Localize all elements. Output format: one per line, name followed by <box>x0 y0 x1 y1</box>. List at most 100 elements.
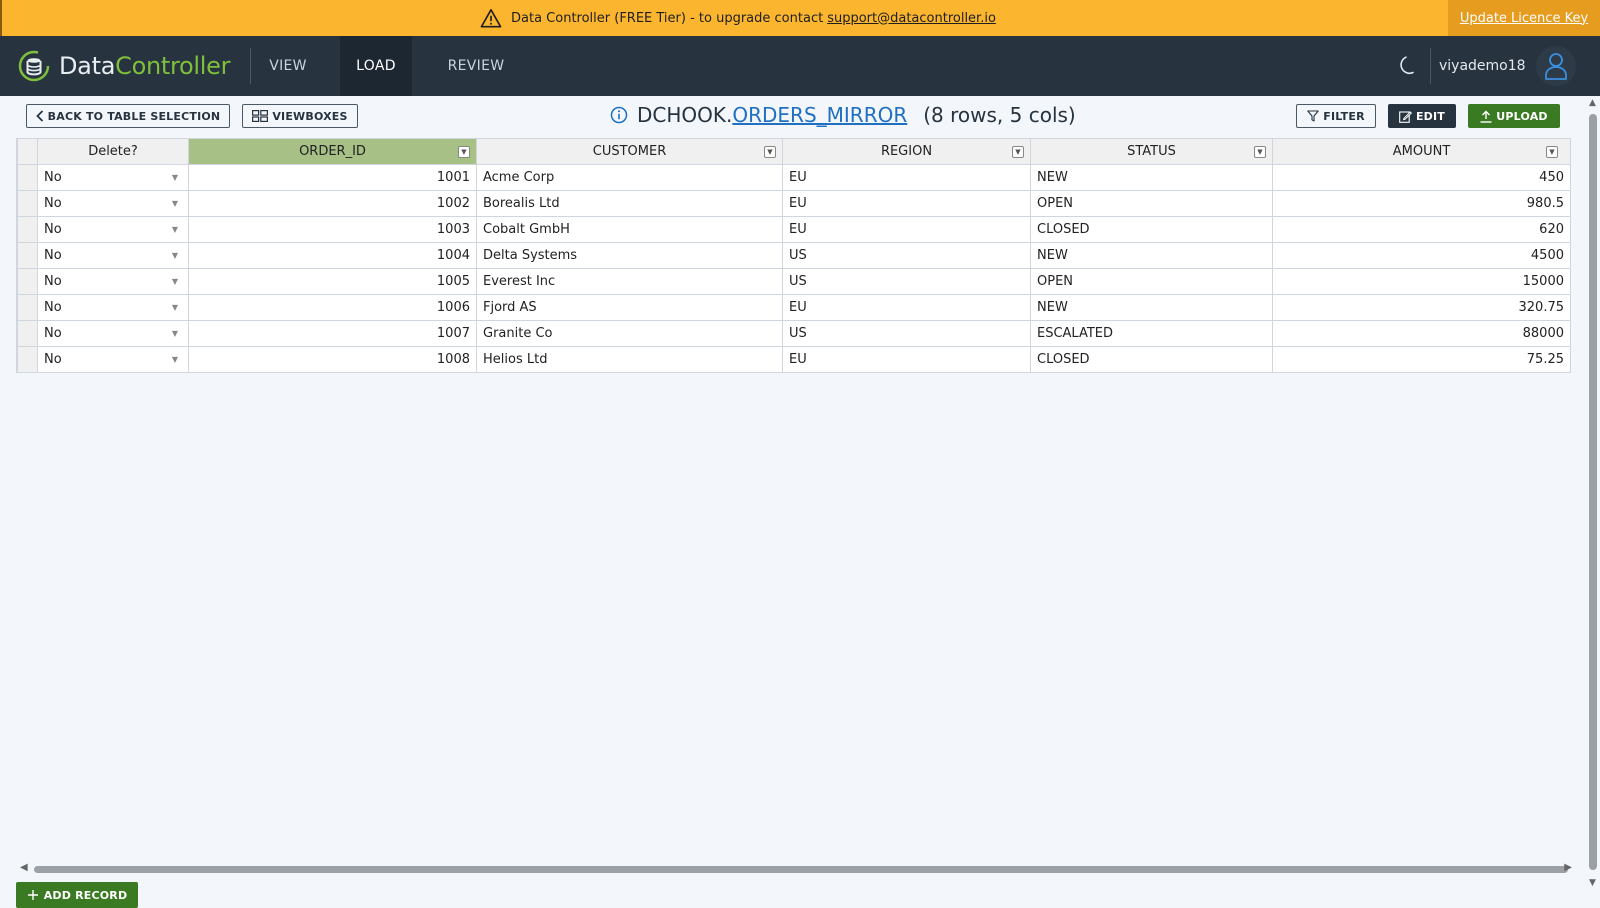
row-header[interactable] <box>17 320 38 347</box>
horizontal-scrollbar[interactable]: ◀ ▶ <box>16 862 1572 876</box>
delete-select-cell[interactable]: No ▼ <box>37 164 189 191</box>
amount-cell[interactable]: 980.5 <box>1272 190 1571 217</box>
info-icon[interactable] <box>610 106 628 124</box>
order-id-cell[interactable]: 1001 <box>188 164 477 191</box>
order-id-cell[interactable]: 1003 <box>188 216 477 243</box>
upload-button[interactable]: UPLOAD <box>1468 104 1560 128</box>
column-filter-dropdown-icon[interactable]: ▼ <box>1546 146 1558 158</box>
row-header[interactable] <box>17 216 38 243</box>
vertical-scrollbar[interactable]: ▲ ▼ <box>1586 96 1600 900</box>
delete-select-cell[interactable]: No ▼ <box>37 216 189 243</box>
delete-select-cell[interactable]: No ▼ <box>37 320 189 347</box>
table-name-link[interactable]: ORDERS_MIRROR <box>732 103 907 127</box>
status-cell[interactable]: CLOSED <box>1030 216 1273 243</box>
region-cell[interactable]: EU <box>782 346 1031 373</box>
row-header[interactable] <box>17 294 38 321</box>
order-id-cell[interactable]: 1002 <box>188 190 477 217</box>
status-cell[interactable]: CLOSED <box>1030 346 1273 373</box>
update-licence-link[interactable]: Update Licence Key <box>1460 11 1588 26</box>
status-cell[interactable]: NEW <box>1030 294 1273 321</box>
dropdown-arrow-icon[interactable]: ▼ <box>172 355 178 364</box>
delete-select-cell[interactable]: No ▼ <box>37 242 189 269</box>
row-header[interactable] <box>17 164 38 191</box>
column-header-amount[interactable]: AMOUNT ▼ <box>1272 138 1571 165</box>
amount-cell[interactable]: 88000 <box>1272 320 1571 347</box>
column-header-customer[interactable]: CUSTOMER ▼ <box>476 138 783 165</box>
dark-mode-moon-icon[interactable] <box>1396 54 1420 78</box>
amount-cell[interactable]: 15000 <box>1272 268 1571 295</box>
vertical-scroll-thumb[interactable] <box>1589 114 1597 870</box>
dropdown-arrow-icon[interactable]: ▼ <box>172 329 178 338</box>
delete-value: No <box>44 248 62 263</box>
edit-button[interactable]: EDIT <box>1388 104 1456 128</box>
scroll-down-arrow-icon[interactable]: ▼ <box>1589 878 1596 888</box>
scroll-up-arrow-icon[interactable]: ▲ <box>1589 98 1596 108</box>
row-header[interactable] <box>17 346 38 373</box>
back-to-table-selection-button[interactable]: BACK TO TABLE SELECTION <box>26 104 230 128</box>
viewboxes-button[interactable]: VIEWBOXES <box>242 104 358 128</box>
column-filter-dropdown-icon[interactable]: ▼ <box>458 146 470 158</box>
scroll-right-arrow-icon[interactable]: ▶ <box>1564 862 1572 873</box>
column-header-order-id[interactable]: ORDER_ID ▼ <box>188 138 477 165</box>
nav-load[interactable]: LOAD <box>340 36 412 96</box>
order-id-cell[interactable]: 1008 <box>188 346 477 373</box>
column-filter-dropdown-icon[interactable]: ▼ <box>1254 146 1266 158</box>
add-record-button[interactable]: ADD RECORD <box>16 882 138 908</box>
region-cell[interactable]: US <box>782 268 1031 295</box>
status-cell[interactable]: OPEN <box>1030 268 1273 295</box>
status-cell[interactable]: NEW <box>1030 242 1273 269</box>
filter-button[interactable]: FILTER <box>1296 104 1376 128</box>
delete-select-cell[interactable]: No ▼ <box>37 268 189 295</box>
status-cell[interactable]: ESCALATED <box>1030 320 1273 347</box>
amount-cell[interactable]: 620 <box>1272 216 1571 243</box>
dropdown-arrow-icon[interactable]: ▼ <box>172 199 178 208</box>
row-header[interactable] <box>17 242 38 269</box>
support-email-link[interactable]: support@datacontroller.io <box>827 11 996 26</box>
delete-select-cell[interactable]: No ▼ <box>37 294 189 321</box>
column-header-delete[interactable]: Delete? <box>37 138 189 165</box>
delete-select-cell[interactable]: No ▼ <box>37 190 189 217</box>
column-filter-dropdown-icon[interactable]: ▼ <box>1012 146 1024 158</box>
column-header-region[interactable]: REGION ▼ <box>782 138 1031 165</box>
dropdown-arrow-icon[interactable]: ▼ <box>172 173 178 182</box>
customer-cell[interactable]: Helios Ltd <box>476 346 783 373</box>
order-id-cell[interactable]: 1004 <box>188 242 477 269</box>
region-cell[interactable]: EU <box>782 164 1031 191</box>
column-header-status[interactable]: STATUS ▼ <box>1030 138 1273 165</box>
region-cell[interactable]: EU <box>782 294 1031 321</box>
order-id-cell[interactable]: 1006 <box>188 294 477 321</box>
row-header[interactable] <box>17 268 38 295</box>
order-id-cell[interactable]: 1007 <box>188 320 477 347</box>
amount-cell[interactable]: 75.25 <box>1272 346 1571 373</box>
status-cell[interactable]: OPEN <box>1030 190 1273 217</box>
customer-cell[interactable]: Everest Inc <box>476 268 783 295</box>
horizontal-scroll-thumb[interactable] <box>34 866 1568 873</box>
app-logo[interactable]: DataController <box>18 49 230 83</box>
user-avatar[interactable] <box>1536 46 1576 86</box>
region-cell[interactable]: US <box>782 320 1031 347</box>
amount-cell[interactable]: 320.75 <box>1272 294 1571 321</box>
delete-select-cell[interactable]: No ▼ <box>37 346 189 373</box>
order-id-cell[interactable]: 1005 <box>188 268 477 295</box>
customer-cell[interactable]: Fjord AS <box>476 294 783 321</box>
customer-cell[interactable]: Granite Co <box>476 320 783 347</box>
scroll-left-arrow-icon[interactable]: ◀ <box>20 862 28 873</box>
dropdown-arrow-icon[interactable]: ▼ <box>172 277 178 286</box>
row-header[interactable] <box>17 190 38 217</box>
customer-cell[interactable]: Acme Corp <box>476 164 783 191</box>
customer-cell[interactable]: Borealis Ltd <box>476 190 783 217</box>
nav-view[interactable]: VIEW <box>252 36 324 96</box>
nav-review[interactable]: REVIEW <box>434 36 518 96</box>
customer-cell[interactable]: Delta Systems <box>476 242 783 269</box>
amount-cell[interactable]: 450 <box>1272 164 1571 191</box>
dropdown-arrow-icon[interactable]: ▼ <box>172 251 178 260</box>
region-cell[interactable]: EU <box>782 216 1031 243</box>
amount-cell[interactable]: 4500 <box>1272 242 1571 269</box>
region-cell[interactable]: EU <box>782 190 1031 217</box>
customer-cell[interactable]: Cobalt GmbH <box>476 216 783 243</box>
status-cell[interactable]: NEW <box>1030 164 1273 191</box>
column-filter-dropdown-icon[interactable]: ▼ <box>764 146 776 158</box>
dropdown-arrow-icon[interactable]: ▼ <box>172 303 178 312</box>
dropdown-arrow-icon[interactable]: ▼ <box>172 225 178 234</box>
region-cell[interactable]: US <box>782 242 1031 269</box>
